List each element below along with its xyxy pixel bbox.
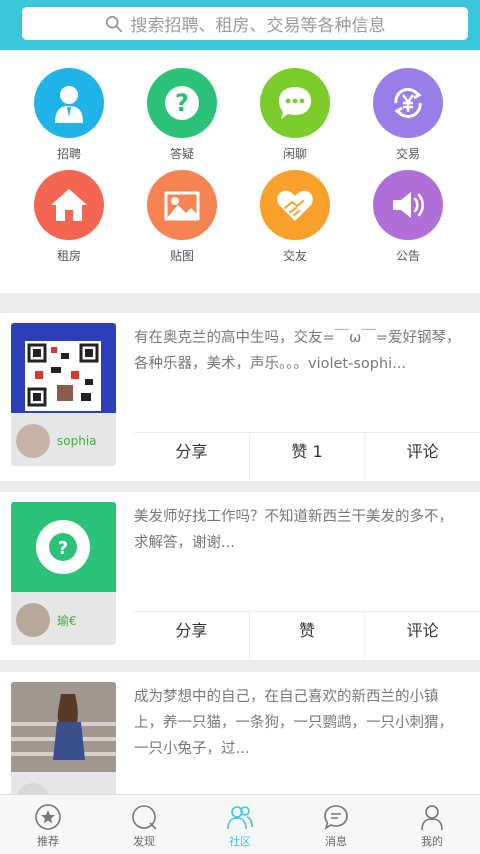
- category-recruit[interactable]: 招聘: [19, 68, 119, 162]
- post-text[interactable]: 有在奥克兰的高中生吗，交友=￣ω￣=爱好钢琴，各种乐器，美术，声乐。。。viol…: [134, 325, 466, 377]
- svg-text:?: ?: [58, 538, 68, 559]
- post-author[interactable]: sophia: [11, 417, 116, 465]
- qr-code-image: [11, 323, 116, 413]
- post-thumbnail-card[interactable]: sophia: [11, 323, 116, 466]
- tab-label: 发现: [133, 835, 155, 848]
- tab-discover[interactable]: 发现: [96, 795, 192, 854]
- comment-button[interactable]: 评论: [365, 612, 480, 659]
- post-thumbnail-card[interactable]: ? 瑜€: [11, 502, 116, 645]
- search-bar[interactable]: 搜索招聘、租房、交易等各种信息: [22, 7, 468, 40]
- star-icon: [35, 804, 61, 830]
- post-card[interactable]: ? 瑜€ 美发师好找工作吗？不知道新西兰干美发的多不，求解答，谢谢... 分享 …: [0, 492, 480, 660]
- category-friends[interactable]: 交友: [245, 170, 345, 264]
- people-icon: [227, 806, 253, 830]
- category-photo[interactable]: 贴图: [132, 170, 232, 264]
- username[interactable]: 瑜€: [57, 612, 77, 629]
- avatar[interactable]: [16, 603, 50, 637]
- category-label: 贴图: [169, 249, 194, 263]
- question-icon: ?: [11, 502, 116, 592]
- yen-cycle-icon: [373, 68, 443, 138]
- tab-label: 推荐: [37, 835, 59, 848]
- post-author[interactable]: 瑜€: [11, 596, 116, 644]
- category-rent[interactable]: 租房: [19, 170, 119, 264]
- post-text[interactable]: 成为梦想中的自己，在自己喜欢的新西兰的小镇上，养一只猫，一条狗，一只鹦鹉，一只小…: [134, 684, 466, 762]
- svg-text:?: ?: [175, 89, 189, 117]
- category-label: 交友: [282, 249, 307, 263]
- tab-recommend[interactable]: 推荐: [0, 795, 96, 854]
- question-icon: ?: [147, 68, 217, 138]
- avatar[interactable]: [16, 424, 50, 458]
- photo-image: [11, 682, 116, 772]
- tab-profile[interactable]: 我的: [384, 795, 480, 854]
- category-label: 公告: [395, 249, 420, 263]
- category-qa[interactable]: ? 答疑: [132, 68, 232, 162]
- tab-messages[interactable]: 消息: [288, 795, 384, 854]
- category-label: 租房: [56, 249, 81, 263]
- tab-label: 消息: [325, 835, 347, 848]
- heart-handshake-icon: [260, 170, 330, 240]
- share-button[interactable]: 分享: [134, 612, 250, 659]
- top-bar: 搜索招聘、租房、交易等各种信息: [0, 0, 480, 50]
- category-label: 答疑: [169, 147, 194, 161]
- tab-community[interactable]: 社区: [192, 795, 288, 854]
- profile-icon: [421, 805, 443, 831]
- post-card[interactable]: sophia 有在奥克兰的高中生吗，交友=￣ω￣=爱好钢琴，各种乐器，美术，声乐…: [0, 313, 480, 481]
- like-button[interactable]: 赞 1: [250, 433, 366, 480]
- category-trade[interactable]: 交易: [358, 68, 458, 162]
- post-actions: 分享 赞 评论: [134, 611, 480, 659]
- compass-icon: [132, 805, 157, 830]
- picture-icon: [147, 170, 217, 240]
- comment-button[interactable]: 评论: [365, 433, 480, 480]
- category-label: 闲聊: [282, 147, 307, 161]
- speaker-icon: [373, 170, 443, 240]
- category-chat[interactable]: 闲聊: [245, 68, 345, 162]
- category-grid: 招聘 ? 答疑 闲聊 交易 租房 贴图 交友 公告: [0, 50, 480, 293]
- message-icon: [324, 805, 348, 830]
- category-notice[interactable]: 公告: [358, 170, 458, 264]
- house-icon: [34, 170, 104, 240]
- bottom-tab-bar: 推荐 发现 社区 消息 我的: [0, 794, 480, 854]
- person-icon: [34, 68, 104, 138]
- search-placeholder: 搜索招聘、租房、交易等各种信息: [130, 16, 386, 36]
- category-label: 招聘: [56, 147, 81, 161]
- post-actions: 分享 赞 1 评论: [134, 432, 480, 480]
- post-text[interactable]: 美发师好找工作吗？不知道新西兰干美发的多不，求解答，谢谢...: [134, 504, 466, 556]
- search-icon: [105, 15, 122, 32]
- username[interactable]: sophia: [57, 434, 97, 448]
- chat-bubble-icon: [260, 68, 330, 138]
- like-button[interactable]: 赞: [250, 612, 366, 659]
- share-button[interactable]: 分享: [134, 433, 250, 480]
- category-label: 交易: [395, 147, 420, 161]
- tab-label: 社区: [229, 835, 251, 848]
- tab-label: 我的: [421, 835, 443, 848]
